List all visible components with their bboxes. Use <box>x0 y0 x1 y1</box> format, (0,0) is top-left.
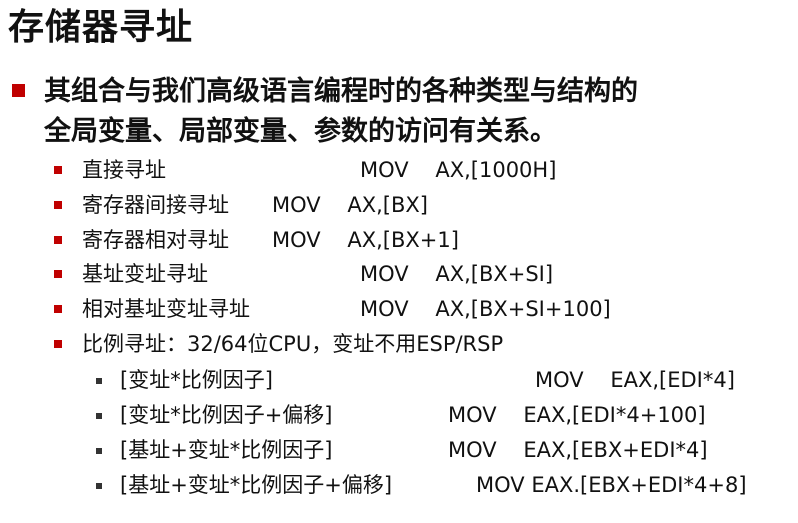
square-bullet-icon <box>54 166 62 174</box>
small-square-bullet-icon <box>96 448 102 454</box>
slide: 存储器寻址 其组合与我们高级语言编程时的各种类型与结构的 全局变量、局部变量、参… <box>0 0 798 523</box>
square-bullet-icon <box>54 236 62 244</box>
item-code: MOV AX,[BX+SI+100] <box>360 297 611 321</box>
item-code: MOV AX,[BX] <box>272 193 428 217</box>
lead-bullet: 其组合与我们高级语言编程时的各种类型与结构的 全局变量、局部变量、参数的访问有关… <box>12 72 792 152</box>
square-bullet-icon <box>12 84 25 97</box>
sub-item-code: MOV EAX,[EDI*4] <box>535 368 735 392</box>
small-square-bullet-icon <box>96 413 102 419</box>
item-description: 寄存器相对寻址 <box>82 228 229 252</box>
item-description: 相对基址变址寻址 <box>82 297 250 321</box>
square-bullet-icon <box>54 270 62 278</box>
item-code: MOV AX,[BX+1] <box>272 228 459 252</box>
small-square-bullet-icon <box>96 483 102 489</box>
item-description: 比例寻址：32/64位CPU，变址不用ESP/RSP <box>82 332 504 356</box>
lead-line-2: 全局变量、局部变量、参数的访问有关系。 <box>44 116 557 147</box>
square-bullet-icon <box>54 305 62 313</box>
sub-item-description: [基址+变址*比例因子] <box>120 438 333 462</box>
item-code: MOV AX,[BX+SI] <box>360 262 554 286</box>
square-bullet-icon <box>54 340 62 348</box>
lead-line-1: 其组合与我们高级语言编程时的各种类型与结构的 <box>44 76 638 107</box>
square-bullet-icon <box>54 201 62 209</box>
item-description: 基址变址寻址 <box>82 262 208 286</box>
item-code: MOV AX,[1000H] <box>360 158 557 182</box>
sub-item-code: MOV EAX,[EDI*4+100] <box>448 403 706 427</box>
item-description: 直接寻址 <box>82 158 166 182</box>
small-square-bullet-icon <box>96 378 102 384</box>
sub-item-description: [变址*比例因子] <box>120 368 273 392</box>
slide-title: 存储器寻址 <box>8 7 194 48</box>
item-description: 寄存器间接寻址 <box>82 193 229 217</box>
sub-item-description: [变址*比例因子+偏移] <box>120 403 333 427</box>
sub-item-code: MOV EAX,[EBX+EDI*4] <box>448 438 708 462</box>
sub-item-code: MOV EAX.[EBX+EDI*4+8] <box>476 473 747 497</box>
sub-item-description: [基址+变址*比例因子+偏移] <box>120 473 393 497</box>
lead-text: 其组合与我们高级语言编程时的各种类型与结构的 全局变量、局部变量、参数的访问有关… <box>44 72 792 152</box>
